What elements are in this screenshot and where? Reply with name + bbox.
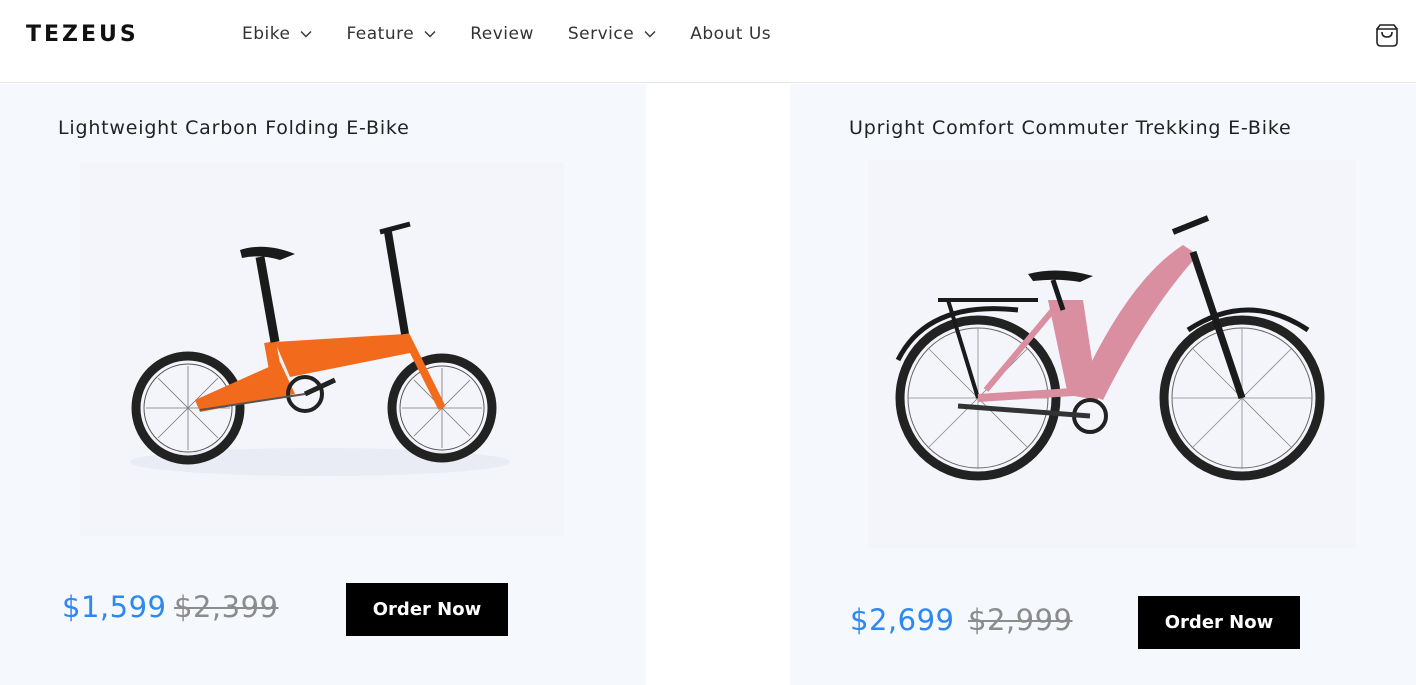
order-now-button[interactable]: Order Now [346,583,508,636]
chevron-down-icon [424,31,436,38]
nav-item-review[interactable]: Review [470,24,534,44]
original-price: $2,999 [968,603,1073,637]
nav-item-service[interactable]: Service [568,24,656,44]
nav-item-label: About Us [690,24,772,44]
nav-item-ebike[interactable]: Ebike [242,24,312,44]
commuter-ebike-image [895,215,1325,481]
product-image[interactable] [868,160,1356,548]
site-header: TEZEUS Ebike Feature Review Service Abou… [0,0,1416,83]
product-card-folding: Lightweight Carbon Folding E-Bike $1,599… [0,84,646,685]
original-price: $2,399 [174,590,279,624]
sale-price: $2,699 [850,603,955,637]
product-image[interactable] [80,162,564,536]
brand-logo[interactable]: TEZEUS [26,22,139,47]
sale-price: $1,599 [62,590,167,624]
nav-item-label: Ebike [242,24,291,44]
nav-item-feature[interactable]: Feature [346,24,436,44]
order-now-button[interactable]: Order Now [1138,596,1300,649]
shopping-bag-icon[interactable] [1374,22,1400,48]
product-title[interactable]: Lightweight Carbon Folding E-Bike [58,117,410,139]
folding-ebike-image [130,221,510,476]
chevron-down-icon [300,31,312,38]
product-card-commuter: Upright Comfort Commuter Trekking E-Bike [790,84,1416,685]
nav-item-label: Review [470,24,534,44]
nav-item-label: Feature [346,24,415,44]
main-nav: Ebike Feature Review Service About Us [242,24,805,44]
product-title[interactable]: Upright Comfort Commuter Trekking E-Bike [849,117,1291,139]
chevron-down-icon [644,31,656,38]
nav-item-about-us[interactable]: About Us [690,24,771,44]
nav-item-label: Service [567,24,635,44]
